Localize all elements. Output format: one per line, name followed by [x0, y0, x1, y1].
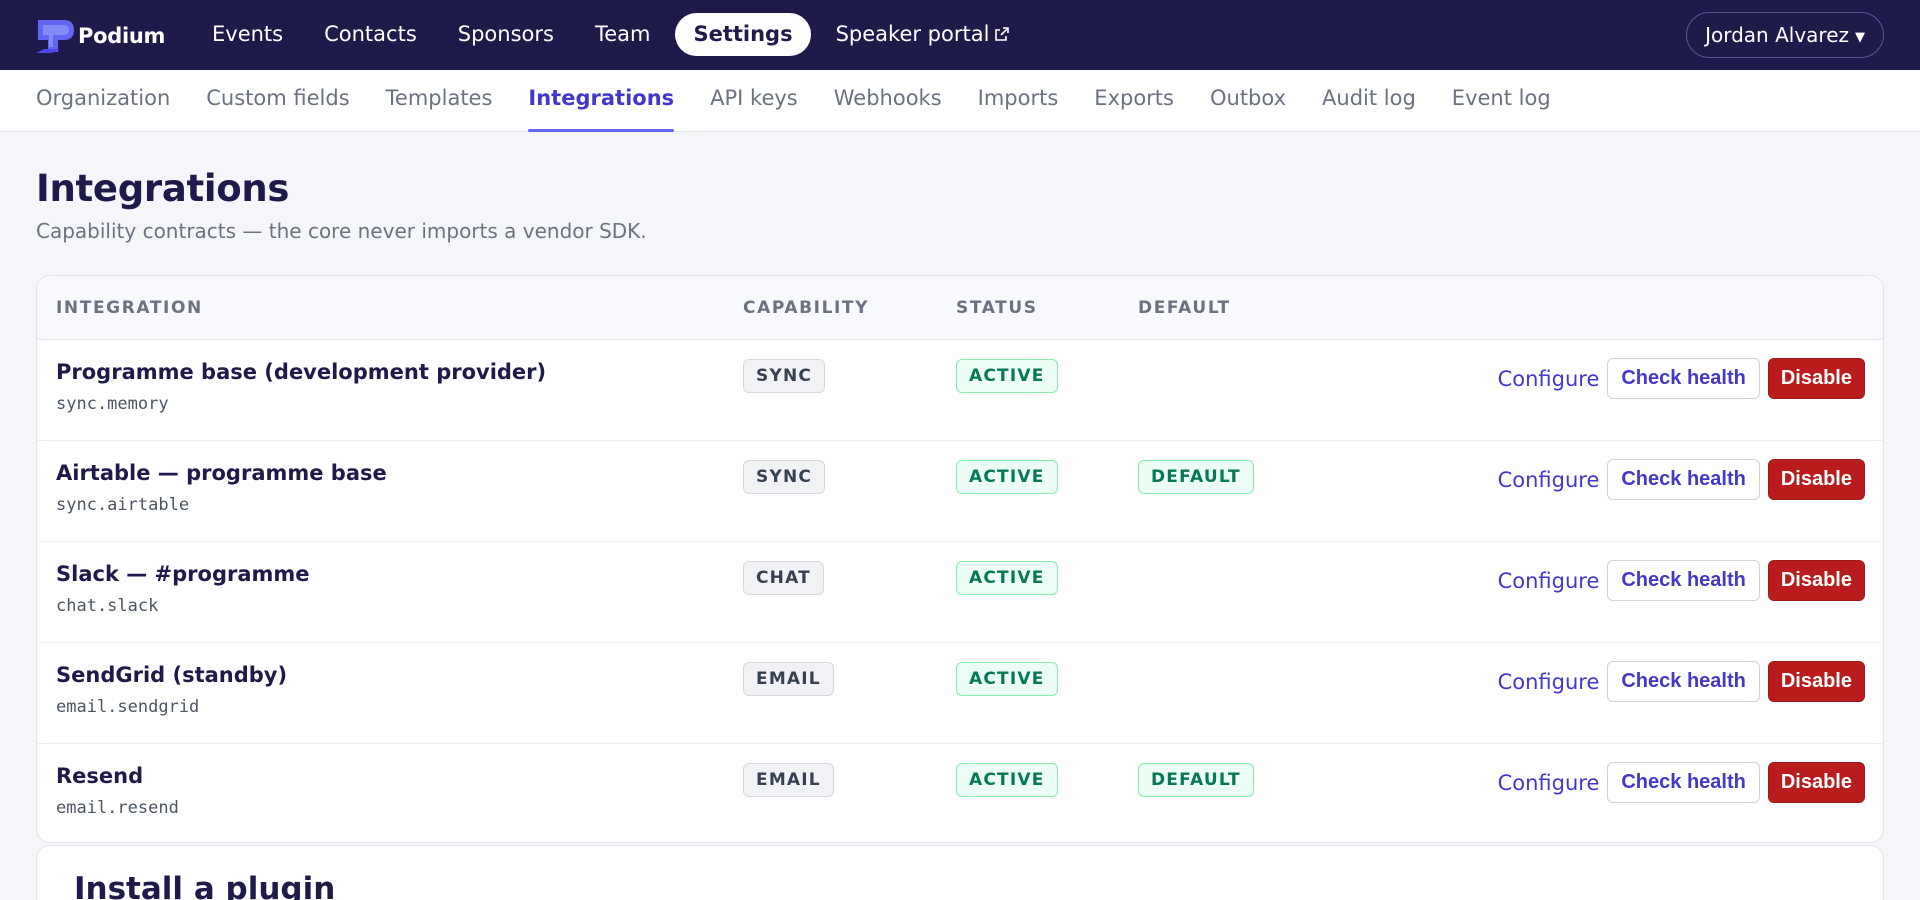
tab-event-log[interactable]: Event log	[1452, 70, 1551, 132]
column-header-default: DEFAULT	[1138, 298, 1231, 318]
page-title: Integrations	[36, 167, 290, 210]
status-badge: ACTIVE	[956, 662, 1058, 696]
tab-imports[interactable]: Imports	[978, 70, 1059, 132]
brand-name: Podium	[78, 24, 166, 48]
tab-templates[interactable]: Templates	[386, 70, 493, 132]
check-health-button[interactable]: Check health	[1607, 762, 1760, 803]
settings-subnav: Organization Custom fields Templates Int…	[0, 70, 1920, 132]
row-actions: Configure Check health Disable	[1498, 560, 1865, 601]
integrations-table: INTEGRATION CAPABILITY STATUS DEFAULT Pr…	[36, 275, 1884, 843]
nav-item-sponsors[interactable]: Sponsors	[442, 13, 570, 56]
user-menu-button[interactable]: Jordan Alvarez ▼	[1686, 12, 1884, 58]
nav-item-settings[interactable]: Settings	[675, 13, 811, 56]
integration-key: sync.airtable	[56, 495, 190, 515]
top-navigation-bar: Podium Events Contacts Sponsors Team Set…	[0, 0, 1920, 70]
podium-logo-icon	[36, 20, 74, 53]
check-health-button[interactable]: Check health	[1607, 358, 1760, 399]
nav-item-speaker-portal[interactable]: Speaker portal	[820, 13, 1027, 56]
integration-name: Programme base (development provider)	[56, 360, 547, 384]
chevron-down-icon: ▼	[1855, 30, 1865, 45]
disable-button[interactable]: Disable	[1767, 661, 1865, 702]
default-badge: DEFAULT	[1138, 763, 1254, 797]
install-plugin-title: Install a plugin	[74, 871, 336, 900]
table-row: Resend email.resend EMAIL ACTIVE DEFAULT…	[37, 744, 1883, 842]
main-nav: Events Contacts Sponsors Team Settings S…	[196, 13, 1035, 56]
nav-item-speaker-portal-label: Speaker portal	[835, 22, 990, 46]
install-plugin-card: Install a plugin	[36, 845, 1884, 900]
default-badge: DEFAULT	[1138, 460, 1254, 494]
disable-button[interactable]: Disable	[1767, 459, 1865, 500]
capability-badge: EMAIL	[743, 763, 834, 797]
row-actions: Configure Check health Disable	[1498, 459, 1865, 500]
integration-key: chat.slack	[56, 596, 159, 616]
integration-key: email.sendgrid	[56, 697, 200, 717]
check-health-button[interactable]: Check health	[1607, 459, 1760, 500]
disable-button[interactable]: Disable	[1767, 762, 1865, 803]
tab-integrations[interactable]: Integrations	[528, 70, 674, 132]
status-badge: ACTIVE	[956, 359, 1058, 393]
tab-audit-log[interactable]: Audit log	[1322, 70, 1416, 132]
integration-name: SendGrid (standby)	[56, 663, 288, 687]
capability-badge: SYNC	[743, 359, 826, 393]
row-actions: Configure Check health Disable	[1498, 661, 1865, 702]
nav-item-events[interactable]: Events	[196, 13, 299, 56]
page-subtitle: Capability contracts — the core never im…	[36, 219, 647, 243]
table-row: Slack — #programme chat.slack CHAT ACTIV…	[37, 542, 1883, 643]
status-badge: ACTIVE	[956, 460, 1058, 494]
configure-link[interactable]: Configure	[1498, 468, 1600, 492]
tab-organization[interactable]: Organization	[36, 70, 170, 132]
configure-link[interactable]: Configure	[1498, 367, 1600, 391]
integration-name: Resend	[56, 764, 144, 788]
brand[interactable]: Podium	[34, 17, 165, 55]
table-header: INTEGRATION CAPABILITY STATUS DEFAULT	[37, 276, 1883, 340]
tab-outbox[interactable]: Outbox	[1210, 70, 1286, 132]
integration-key: email.resend	[56, 798, 179, 818]
check-health-button[interactable]: Check health	[1607, 560, 1760, 601]
tab-webhooks[interactable]: Webhooks	[834, 70, 942, 132]
nav-item-contacts[interactable]: Contacts	[308, 13, 433, 56]
integration-key: sync.memory	[56, 394, 169, 414]
disable-button[interactable]: Disable	[1767, 358, 1865, 399]
column-header-integration: INTEGRATION	[56, 298, 203, 318]
column-header-capability: CAPABILITY	[743, 298, 870, 318]
capability-badge: SYNC	[743, 460, 826, 494]
tab-custom-fields[interactable]: Custom fields	[206, 70, 349, 132]
row-actions: Configure Check health Disable	[1498, 762, 1865, 803]
column-header-status: STATUS	[956, 298, 1038, 318]
table-row: SendGrid (standby) email.sendgrid EMAIL …	[37, 643, 1883, 744]
table-row: Programme base (development provider) sy…	[37, 340, 1883, 441]
external-link-icon	[995, 27, 1010, 41]
status-badge: ACTIVE	[956, 763, 1058, 797]
table-row: Airtable — programme base sync.airtable …	[37, 441, 1883, 542]
tab-api-keys[interactable]: API keys	[710, 70, 798, 132]
nav-item-team[interactable]: Team	[579, 13, 667, 56]
row-actions: Configure Check health Disable	[1498, 358, 1865, 399]
configure-link[interactable]: Configure	[1498, 569, 1600, 593]
capability-badge: CHAT	[743, 561, 824, 595]
check-health-button[interactable]: Check health	[1607, 661, 1760, 702]
status-badge: ACTIVE	[956, 561, 1058, 595]
integration-name: Airtable — programme base	[56, 461, 387, 485]
tab-exports[interactable]: Exports	[1094, 70, 1174, 132]
configure-link[interactable]: Configure	[1498, 670, 1600, 694]
integration-name: Slack — #programme	[56, 562, 310, 586]
user-name: Jordan Alvarez	[1705, 23, 1849, 47]
disable-button[interactable]: Disable	[1767, 560, 1865, 601]
configure-link[interactable]: Configure	[1498, 771, 1600, 795]
capability-badge: EMAIL	[743, 662, 834, 696]
